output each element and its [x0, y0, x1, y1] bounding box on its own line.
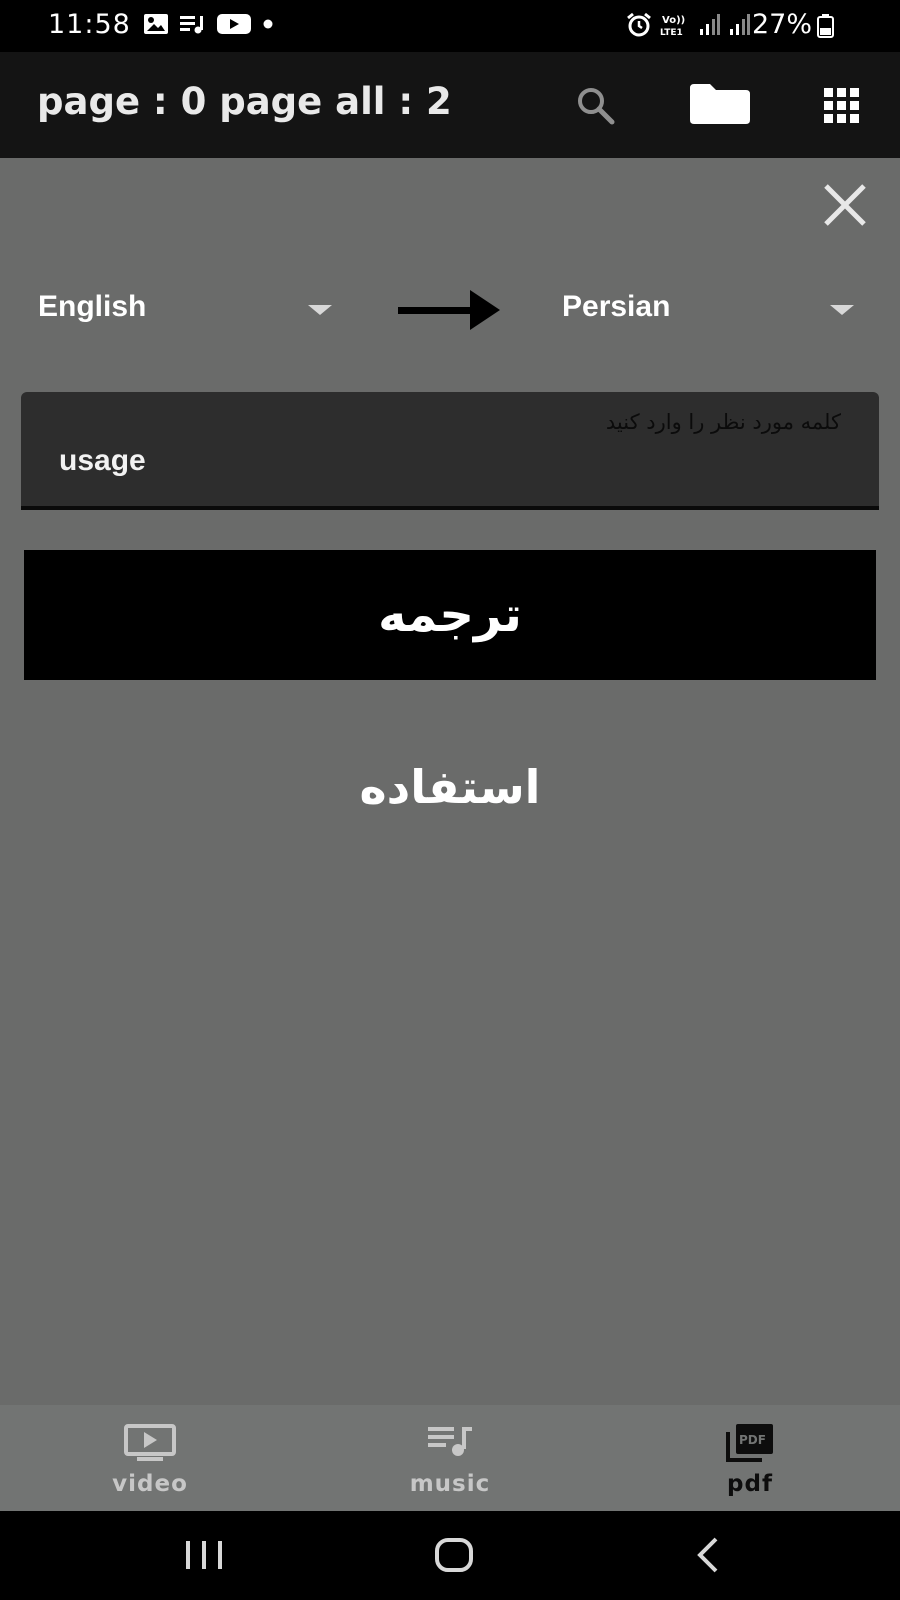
word-input-value[interactable]: usage: [59, 444, 146, 478]
folder-icon[interactable]: [688, 82, 752, 126]
battery-percent: 27%: [751, 9, 812, 40]
playlist-icon: [180, 16, 203, 34]
search-icon[interactable]: [574, 84, 618, 128]
gallery-icon: [144, 14, 168, 34]
source-language-select[interactable]: English: [38, 280, 338, 340]
target-language-select[interactable]: Persian: [562, 280, 862, 340]
svg-text:Vo)): Vo)): [662, 15, 685, 26]
system-status-icons: Vo)) LTE1: [626, 12, 750, 38]
recent-apps-icon[interactable]: [144, 1511, 264, 1600]
dot-icon: [263, 19, 273, 29]
nav-label-pdf: pdf: [727, 1471, 773, 1497]
status-time: 11:58: [48, 9, 131, 40]
nav-item-music[interactable]: music: [300, 1405, 600, 1511]
signal-icon-2: [730, 14, 750, 35]
nav-item-pdf[interactable]: PDF pdf: [600, 1405, 900, 1511]
pdf-icon: PDF: [726, 1424, 773, 1462]
system-navigation-bar: [0, 1511, 900, 1600]
back-icon[interactable]: [648, 1511, 768, 1600]
translate-button[interactable]: ترجمه: [24, 550, 876, 680]
translation-result: استفاده: [359, 760, 541, 814]
status-bar: 11:58 Vo)) LTE1 27%: [0, 0, 900, 52]
close-icon[interactable]: [822, 182, 868, 228]
notification-icons: [143, 13, 275, 35]
video-icon: [124, 1424, 176, 1461]
chevron-down-icon: [830, 305, 854, 315]
svg-text:LTE1: LTE1: [660, 28, 683, 38]
input-hint: کلمه مورد نظر را وارد کنید: [605, 410, 841, 434]
signal-icon: [700, 14, 720, 35]
youtube-icon: [217, 14, 251, 34]
battery-icon: [817, 14, 834, 38]
grid-icon[interactable]: [822, 86, 862, 126]
volte-icon: Vo)) LTE1: [660, 15, 685, 38]
source-language-label: English: [38, 290, 147, 323]
nav-label-video: video: [112, 1471, 188, 1497]
arrow-right-icon: [398, 290, 500, 330]
page-title: page : 0 page all : 2: [37, 80, 452, 123]
word-input-field[interactable]: کلمه مورد نظر را وارد کنید usage: [21, 392, 879, 510]
target-language-label: Persian: [562, 290, 671, 323]
bottom-nav: video music PDF pdf: [0, 1405, 900, 1511]
svg-text:PDF: PDF: [739, 1433, 766, 1447]
home-icon[interactable]: [394, 1511, 514, 1600]
nav-label-music: music: [409, 1471, 491, 1497]
app-bar: page : 0 page all : 2: [0, 52, 900, 158]
chevron-down-icon: [308, 305, 332, 315]
music-icon: [428, 1427, 472, 1456]
alarm-icon: [627, 12, 651, 37]
nav-item-video[interactable]: video: [0, 1405, 300, 1511]
